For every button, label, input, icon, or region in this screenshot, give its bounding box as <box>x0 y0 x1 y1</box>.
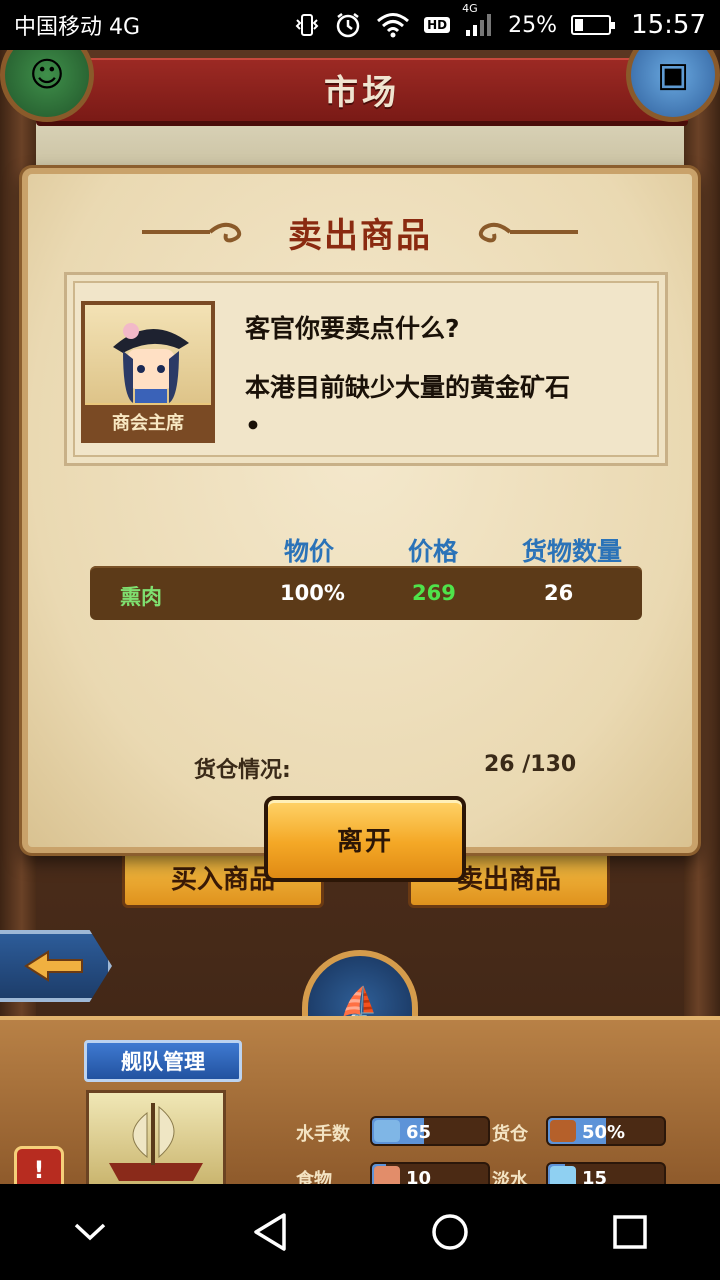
sailors-label: 水手数 <box>296 1124 350 1145</box>
market-header: 市场 <box>36 58 688 126</box>
signal-icon: 4G <box>462 2 494 38</box>
alarm-icon <box>334 11 362 39</box>
sell-goods-dialog: 卖出商品 商会主席 客官你要卖点什么? 本港目前缺少大量的黄金矿石 • 物价 价… <box>22 168 698 882</box>
cargo-label: 货仓 <box>492 1124 528 1145</box>
column-quantity: 货物数量 <box>522 537 623 566</box>
sailors-value: 65 <box>406 1122 432 1143</box>
water-label: 淡水 <box>492 1170 528 1184</box>
leave-button[interactable]: 离开 <box>264 796 466 882</box>
cargo-bar: 50% <box>546 1116 666 1146</box>
npc-role-label: 商会主席 <box>85 403 211 439</box>
sailors-bar: 65 <box>370 1116 490 1146</box>
goods-quantity: 26 <box>544 581 574 605</box>
column-price: 价格 <box>408 537 459 566</box>
npc-market-hint: 本港目前缺少大量的黄金矿石 • <box>245 369 645 445</box>
fleet-management-button[interactable]: 舰队管理 <box>84 1040 242 1082</box>
hd-icon: HD <box>424 17 451 33</box>
hold-status-label: 货仓情况: <box>194 758 291 783</box>
carrier-label: 中国移动 4G <box>14 15 141 40</box>
npc-market-hint-tail: • <box>245 411 261 440</box>
hold-status-value: 26 /130 <box>484 752 577 777</box>
food-label: 食物 <box>296 1170 332 1184</box>
triangle-back-icon <box>254 1213 286 1251</box>
water-bar: 15 <box>546 1162 666 1184</box>
nav-hide-keyboard-button[interactable] <box>55 1197 125 1267</box>
npc-portrait: 商会主席 <box>81 301 215 443</box>
nav-recents-button[interactable] <box>595 1197 665 1267</box>
dialog-title: 卖出商品 <box>288 216 432 256</box>
crate-icon <box>550 1120 576 1142</box>
ornament-right-icon <box>478 222 578 243</box>
network-type-label: 4G <box>462 2 478 15</box>
sailor-icon <box>374 1120 400 1142</box>
column-price-index: 物价 <box>284 537 335 566</box>
cargo-value: 50% <box>582 1122 626 1143</box>
goods-name: 熏肉 <box>120 585 162 609</box>
chevron-down-icon <box>74 1223 106 1241</box>
back-button[interactable] <box>0 930 112 1002</box>
water-icon <box>550 1166 576 1184</box>
fleet-panel: 舰队管理 ! 水手数 65 货仓 50% 食物 10 淡水 15 <box>0 1016 720 1184</box>
status-bar: 中国移动 4G HD 4G 25% 15:57 <box>0 0 720 50</box>
battery-icon <box>571 15 616 35</box>
goods-price-index: 100% <box>280 581 345 605</box>
nav-home-button[interactable] <box>415 1197 485 1267</box>
goods-row[interactable]: 熏肉 100% 269 26 <box>90 566 642 620</box>
food-value: 10 <box>406 1168 432 1184</box>
npc-speech-box: 商会主席 客官你要卖点什么? 本港目前缺少大量的黄金矿石 • <box>64 272 668 466</box>
game-scene: 市场 ☺ ▣ 买入商品 卖出商品 ⛵ 舰队管理 ! 水手数 65 货仓 50% <box>0 50 720 1184</box>
clock: 15:57 <box>631 10 706 40</box>
npc-greeting: 客官你要卖点什么? <box>245 314 460 343</box>
ship-image[interactable] <box>86 1090 226 1184</box>
goods-price: 269 <box>412 581 456 605</box>
alert-icon[interactable]: ! <box>14 1146 64 1184</box>
merchant-chief-avatar-icon <box>113 323 189 407</box>
system-nav-bar <box>0 1184 720 1280</box>
water-value: 15 <box>582 1168 608 1184</box>
page-title: 市场 <box>324 73 400 113</box>
meat-icon <box>374 1166 400 1184</box>
circle-home-icon <box>432 1214 468 1250</box>
wifi-icon <box>376 12 410 38</box>
npc-market-hint-text: 本港目前缺少大量的黄金矿石 <box>245 373 571 402</box>
back-arrow-icon <box>24 950 83 982</box>
battery-percent: 25% <box>508 12 558 38</box>
square-recents-icon <box>613 1215 647 1249</box>
food-bar: 10 <box>370 1162 490 1184</box>
vibrate-icon <box>294 12 320 38</box>
nav-back-button[interactable] <box>235 1197 305 1267</box>
